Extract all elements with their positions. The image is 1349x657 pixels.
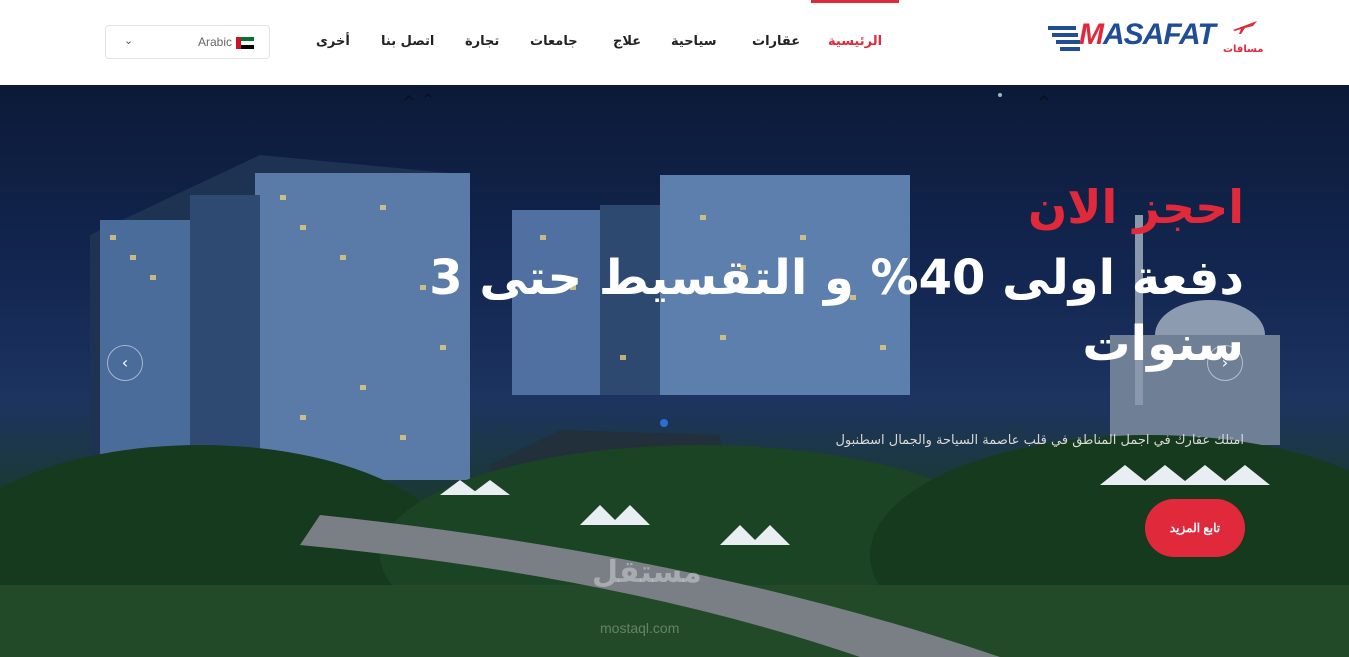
chevron-left-icon: ‹ <box>121 353 129 372</box>
hero-headline-red: احجز الان <box>1028 180 1244 234</box>
read-more-button[interactable]: تابع المزيد <box>1145 499 1245 557</box>
hero-subline: امتلك عقارك في اجمل المناطق في قلب عاصمة… <box>835 433 1244 448</box>
nav-item-treatment[interactable]: علاج <box>613 34 641 49</box>
nav-item-trade[interactable]: تجارة <box>465 34 499 49</box>
nav-item-contact[interactable]: اتصل بنا <box>381 34 434 49</box>
masafat-logo[interactable]: MASAFAT مسافات <box>1045 18 1265 60</box>
slider-next-button[interactable]: › <box>1207 345 1243 381</box>
chevron-right-icon: › <box>1221 353 1229 372</box>
hero-headline-white: دفعة اولى 40% و التقسيط حتى 3 سنوات <box>429 250 1244 372</box>
uae-flag-icon <box>236 37 254 49</box>
language-label: Arabic <box>198 35 233 49</box>
slider-prev-button[interactable]: ‹ <box>107 345 143 381</box>
logo-arabic-sub: مسافات <box>1223 44 1264 55</box>
site-header: ⌄ Arabic الرئيسية عقارات سياحية علاج جام… <box>0 0 1349 85</box>
language-select[interactable]: ⌄ Arabic <box>105 25 270 59</box>
nav-item-tourism[interactable]: سياحية <box>671 34 717 49</box>
nav-item-universities[interactable]: جامعات <box>530 34 578 49</box>
nav-item-home[interactable]: الرئيسية <box>828 34 882 49</box>
watermark-logo: مستقل <box>592 555 702 590</box>
watermark-url: mostaql.com <box>600 620 680 636</box>
hero-slider: احجز الان دفعة اولى 40% و التقسيط حتى 3 … <box>0 85 1349 657</box>
chevron-down-icon: ⌄ <box>124 34 134 47</box>
logo-wordmark: MASAFAT <box>1079 18 1216 51</box>
nav-item-real-estate[interactable]: عقارات <box>752 34 800 49</box>
nav-item-other[interactable]: أخرى <box>316 34 350 49</box>
slider-dot[interactable] <box>660 419 668 427</box>
plane-icon <box>1233 21 1257 34</box>
nav-active-indicator <box>811 0 899 3</box>
